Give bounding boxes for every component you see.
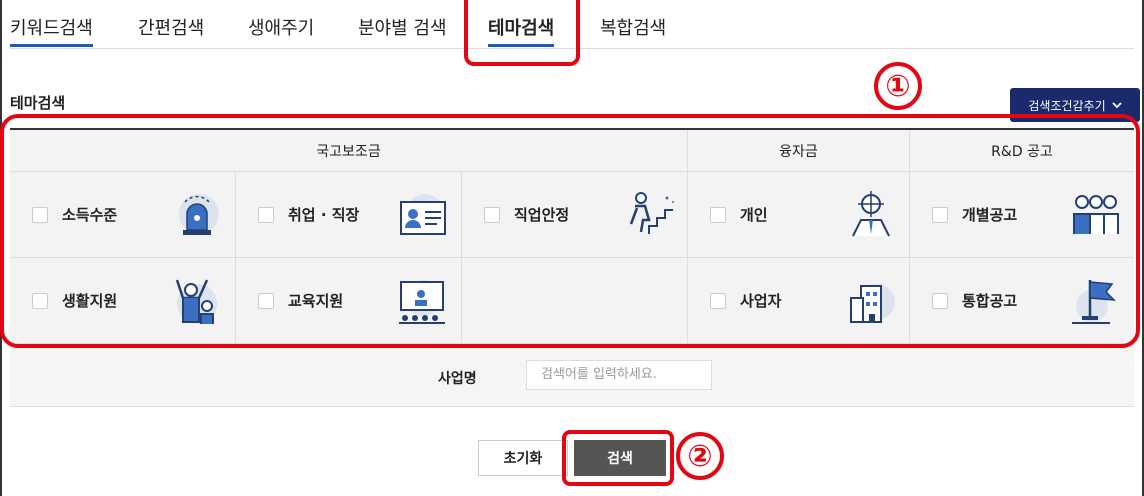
annotation-box-theme-tab [464, 0, 580, 66]
tab-label: 복합검색 [600, 18, 667, 39]
reset-button[interactable]: 초기화 [478, 440, 568, 476]
tab-keyword-search[interactable]: 키워드검색 [10, 14, 93, 47]
tab-label: 분야별 검색 [358, 18, 447, 39]
chevron-down-icon [1112, 102, 1122, 109]
tab-field-search[interactable]: 분야별 검색 [358, 14, 447, 40]
business-name-row: 사업명 검색어를 입력하세요. [10, 344, 1134, 407]
business-name-label: 사업명 [438, 371, 477, 387]
annotation-number-1: ① [874, 62, 922, 110]
annotation-number-2: ② [676, 432, 724, 480]
annotation-box-theme-grid [0, 114, 1140, 348]
annotation-box-search-button [562, 430, 674, 486]
hide-conditions-label: 검색조건감추기 [1028, 98, 1106, 113]
tab-label: 간편검색 [138, 18, 205, 39]
tab-life-cycle[interactable]: 생애주기 [248, 14, 314, 40]
section-title: 테마검색 [10, 94, 66, 112]
tab-simple-search[interactable]: 간편검색 [138, 14, 204, 40]
tab-label: 키워드검색 [10, 18, 93, 39]
tab-complex-search[interactable]: 복합검색 [600, 14, 666, 40]
tab-label: 생애주기 [248, 18, 315, 39]
tab-underline [10, 44, 93, 47]
business-name-input[interactable]: 검색어를 입력하세요. [526, 360, 712, 390]
